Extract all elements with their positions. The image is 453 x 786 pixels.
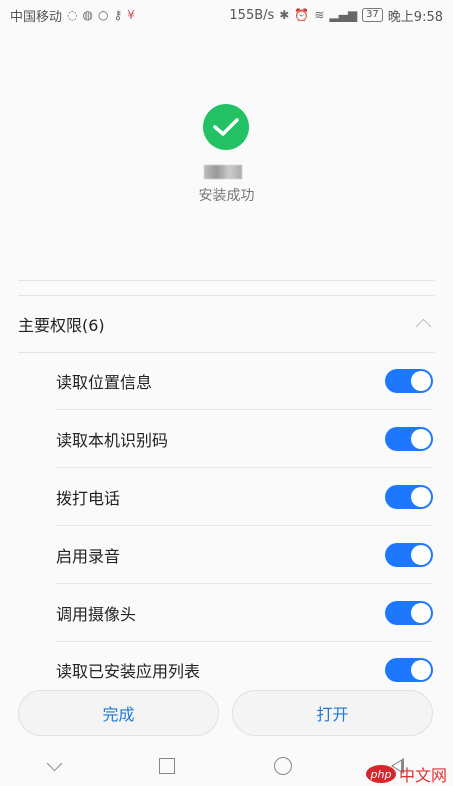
toggle-knob <box>411 602 431 623</box>
permission-label: 读取已安装应用列表 <box>56 662 201 681</box>
toggle-knob <box>411 544 431 565</box>
permission-row: 读取本机识别码 <box>56 410 433 468</box>
install-result: 安装成功 <box>0 30 453 280</box>
permissions-list: 读取位置信息 读取本机识别码 拨打电话 启用录音 调用摄像头 读取已安装应用列表 <box>56 352 433 684</box>
battery-indicator: 37 <box>362 8 383 22</box>
bottom-actions: 完成 打开 <box>18 690 433 736</box>
watermark: php 中文网 <box>365 762 447 786</box>
checkmark-icon <box>203 104 249 150</box>
permission-label: 拨打电话 <box>56 488 121 508</box>
signal-icon: ▂▄▆ <box>329 8 358 22</box>
recent-apps-icon[interactable] <box>159 758 176 774</box>
carrier-name: 中国移动 <box>10 9 63 25</box>
permission-toggle[interactable] <box>385 368 433 393</box>
permission-row: 调用摄像头 <box>56 584 433 642</box>
alarm-icon: ⏰ <box>294 8 310 22</box>
status-bar-right: 155B/s ✱ ⏰ ≋ ▂▄▆ 37 晚上9:58 <box>229 6 443 25</box>
sync-icon: ○ <box>97 8 109 22</box>
app-notification-icon: ◌ <box>67 8 78 22</box>
vpn-icon: ◍ <box>82 8 93 22</box>
permissions-header[interactable]: 主要权限(6) <box>18 296 435 353</box>
open-button[interactable]: 打开 <box>232 690 433 736</box>
clock: 晚上9:58 <box>387 9 443 25</box>
watermark-text: 中文网 <box>398 766 447 785</box>
key-icon: ⚷ <box>113 8 123 22</box>
permission-label: 读取本机识别码 <box>56 430 169 450</box>
permission-row: 拨打电话 <box>56 468 433 526</box>
permission-toggle[interactable] <box>385 542 433 567</box>
status-bar: 中国移动 ◌ ◍ ○ ⚷ ¥ 155B/s ✱ ⏰ ≋ ▂▄▆ 37 晚上9:5… <box>0 0 453 30</box>
permission-toggle[interactable] <box>385 658 433 682</box>
toggle-knob <box>411 660 431 680</box>
permission-row: 读取位置信息 <box>56 352 433 410</box>
network-speed: 155B/s <box>229 7 275 23</box>
done-button[interactable]: 完成 <box>18 690 219 736</box>
permission-row: 启用录音 <box>56 526 433 584</box>
permission-label: 读取位置信息 <box>56 372 153 392</box>
permission-label: 调用摄像头 <box>56 604 137 624</box>
chevron-down-icon[interactable] <box>47 755 63 771</box>
toggle-knob <box>411 428 431 449</box>
chevron-up-icon[interactable] <box>415 318 432 334</box>
php-logo: php <box>365 765 396 783</box>
permission-row: 读取已安装应用列表 <box>56 642 433 684</box>
toggle-knob <box>411 486 431 507</box>
permissions-title: 主要权限(6) <box>18 316 105 335</box>
app-name-blurred <box>204 165 242 179</box>
permission-toggle[interactable] <box>385 426 433 451</box>
yen-icon: ¥ <box>127 8 135 22</box>
install-status-text: 安装成功 <box>198 188 255 204</box>
permission-label: 启用录音 <box>56 546 121 566</box>
permission-toggle[interactable] <box>385 600 433 625</box>
bluetooth-icon: ✱ <box>279 8 290 22</box>
divider <box>18 280 435 281</box>
permission-toggle[interactable] <box>385 484 433 509</box>
toggle-knob <box>411 370 431 391</box>
wifi-icon: ≋ <box>314 8 325 22</box>
home-icon[interactable] <box>273 757 292 775</box>
status-bar-left: 中国移动 ◌ ◍ ○ ⚷ ¥ <box>10 6 135 25</box>
